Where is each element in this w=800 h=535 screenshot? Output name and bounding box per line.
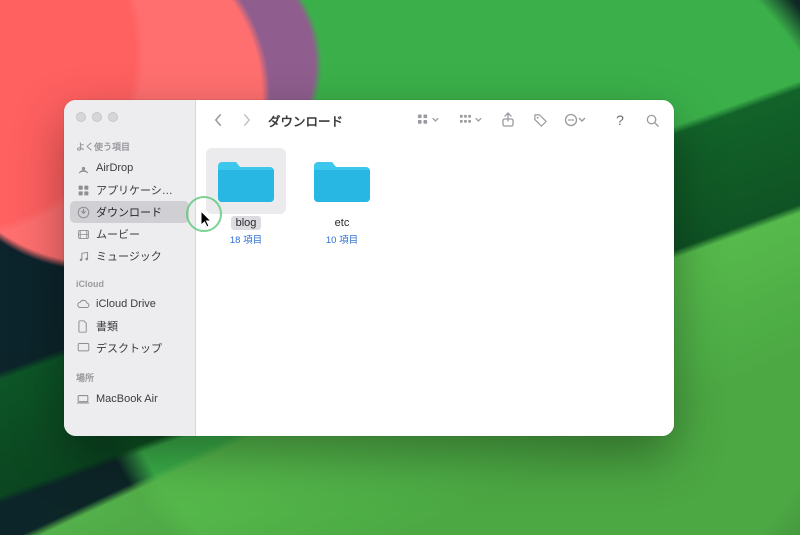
sidebar-item-label: ダウンロード (96, 204, 162, 220)
sidebar-section-locations: 場所 MacBook Air (64, 365, 195, 416)
folder-meta: 10 項目 (326, 232, 358, 246)
toolbar: ダウンロード ? (196, 100, 674, 140)
folder-icon (302, 148, 382, 214)
share-button[interactable] (496, 108, 520, 132)
sidebar-heading: iCloud (64, 275, 195, 293)
group-by-button[interactable] (454, 108, 488, 132)
folder-meta: 18 項目 (230, 232, 262, 246)
sidebar-item-downloads[interactable]: ダウンロード (70, 201, 189, 223)
sidebar-item-movies[interactable]: ムービー (64, 223, 195, 245)
zoom-button[interactable] (108, 112, 118, 122)
downloads-icon (76, 205, 90, 219)
sidebar-heading: 場所 (64, 367, 195, 388)
close-button[interactable] (76, 112, 86, 122)
sidebar-section-favorites: よく使う項目 AirDrop アプリケーシ… ダウンロード ムービー ミュージッ… (64, 134, 195, 273)
sidebar-item-applications[interactable]: アプリケーシ… (64, 179, 195, 201)
airdrop-icon (76, 161, 90, 175)
apps-icon (76, 183, 90, 197)
folder-name: blog (231, 216, 262, 230)
content-area[interactable]: blog 18 項目 etc 10 項目 (196, 140, 674, 436)
laptop-icon (76, 392, 90, 406)
sidebar-section-icloud: iCloud iCloud Drive 書類 デスクトップ (64, 273, 195, 365)
folder-icon (206, 148, 286, 214)
window-title: ダウンロード (268, 111, 343, 130)
sidebar-item-desktop[interactable]: デスクトップ (64, 337, 195, 359)
sidebar-item-label: ミュージック (96, 248, 162, 264)
tag-button[interactable] (528, 108, 552, 132)
movies-icon (76, 227, 90, 241)
forward-button[interactable] (234, 108, 258, 132)
sidebar-item-airdrop[interactable]: AirDrop (64, 157, 195, 179)
sidebar-heading: よく使う項目 (64, 136, 195, 157)
back-button[interactable] (206, 108, 230, 132)
sidebar-item-label: MacBook Air (96, 393, 158, 405)
sidebar-item-label: デスクトップ (96, 340, 162, 356)
sidebar-item-label: アプリケーシ… (96, 182, 173, 198)
icloud-icon (76, 297, 90, 311)
folder-name: etc (330, 216, 355, 230)
minimize-button[interactable] (92, 112, 102, 122)
main-pane: ダウンロード ? blog 18 項目 (196, 100, 674, 436)
sidebar-item-label: 書類 (96, 318, 118, 334)
window-controls[interactable] (64, 110, 195, 134)
documents-icon (76, 319, 90, 333)
music-icon (76, 249, 90, 263)
finder-window: よく使う項目 AirDrop アプリケーシ… ダウンロード ムービー ミュージッ… (64, 100, 674, 436)
sidebar-item-documents[interactable]: 書類 (64, 315, 195, 337)
sidebar-item-label: iCloud Drive (96, 298, 156, 310)
help-button[interactable]: ? (608, 108, 632, 132)
sidebar-item-label: ムービー (96, 226, 140, 242)
folder-item[interactable]: etc 10 項目 (302, 148, 382, 246)
more-button[interactable] (560, 108, 590, 132)
sidebar: よく使う項目 AirDrop アプリケーシ… ダウンロード ムービー ミュージッ… (64, 100, 196, 436)
desktop-icon (76, 341, 90, 355)
sidebar-item-label: AirDrop (96, 162, 133, 174)
sidebar-item-music[interactable]: ミュージック (64, 245, 195, 267)
folder-item[interactable]: blog 18 項目 (206, 148, 286, 246)
sidebar-item-macbook[interactable]: MacBook Air (64, 388, 195, 410)
sidebar-item-icloud-drive[interactable]: iCloud Drive (64, 293, 195, 315)
search-button[interactable] (640, 108, 664, 132)
view-mode-button[interactable] (412, 108, 446, 132)
